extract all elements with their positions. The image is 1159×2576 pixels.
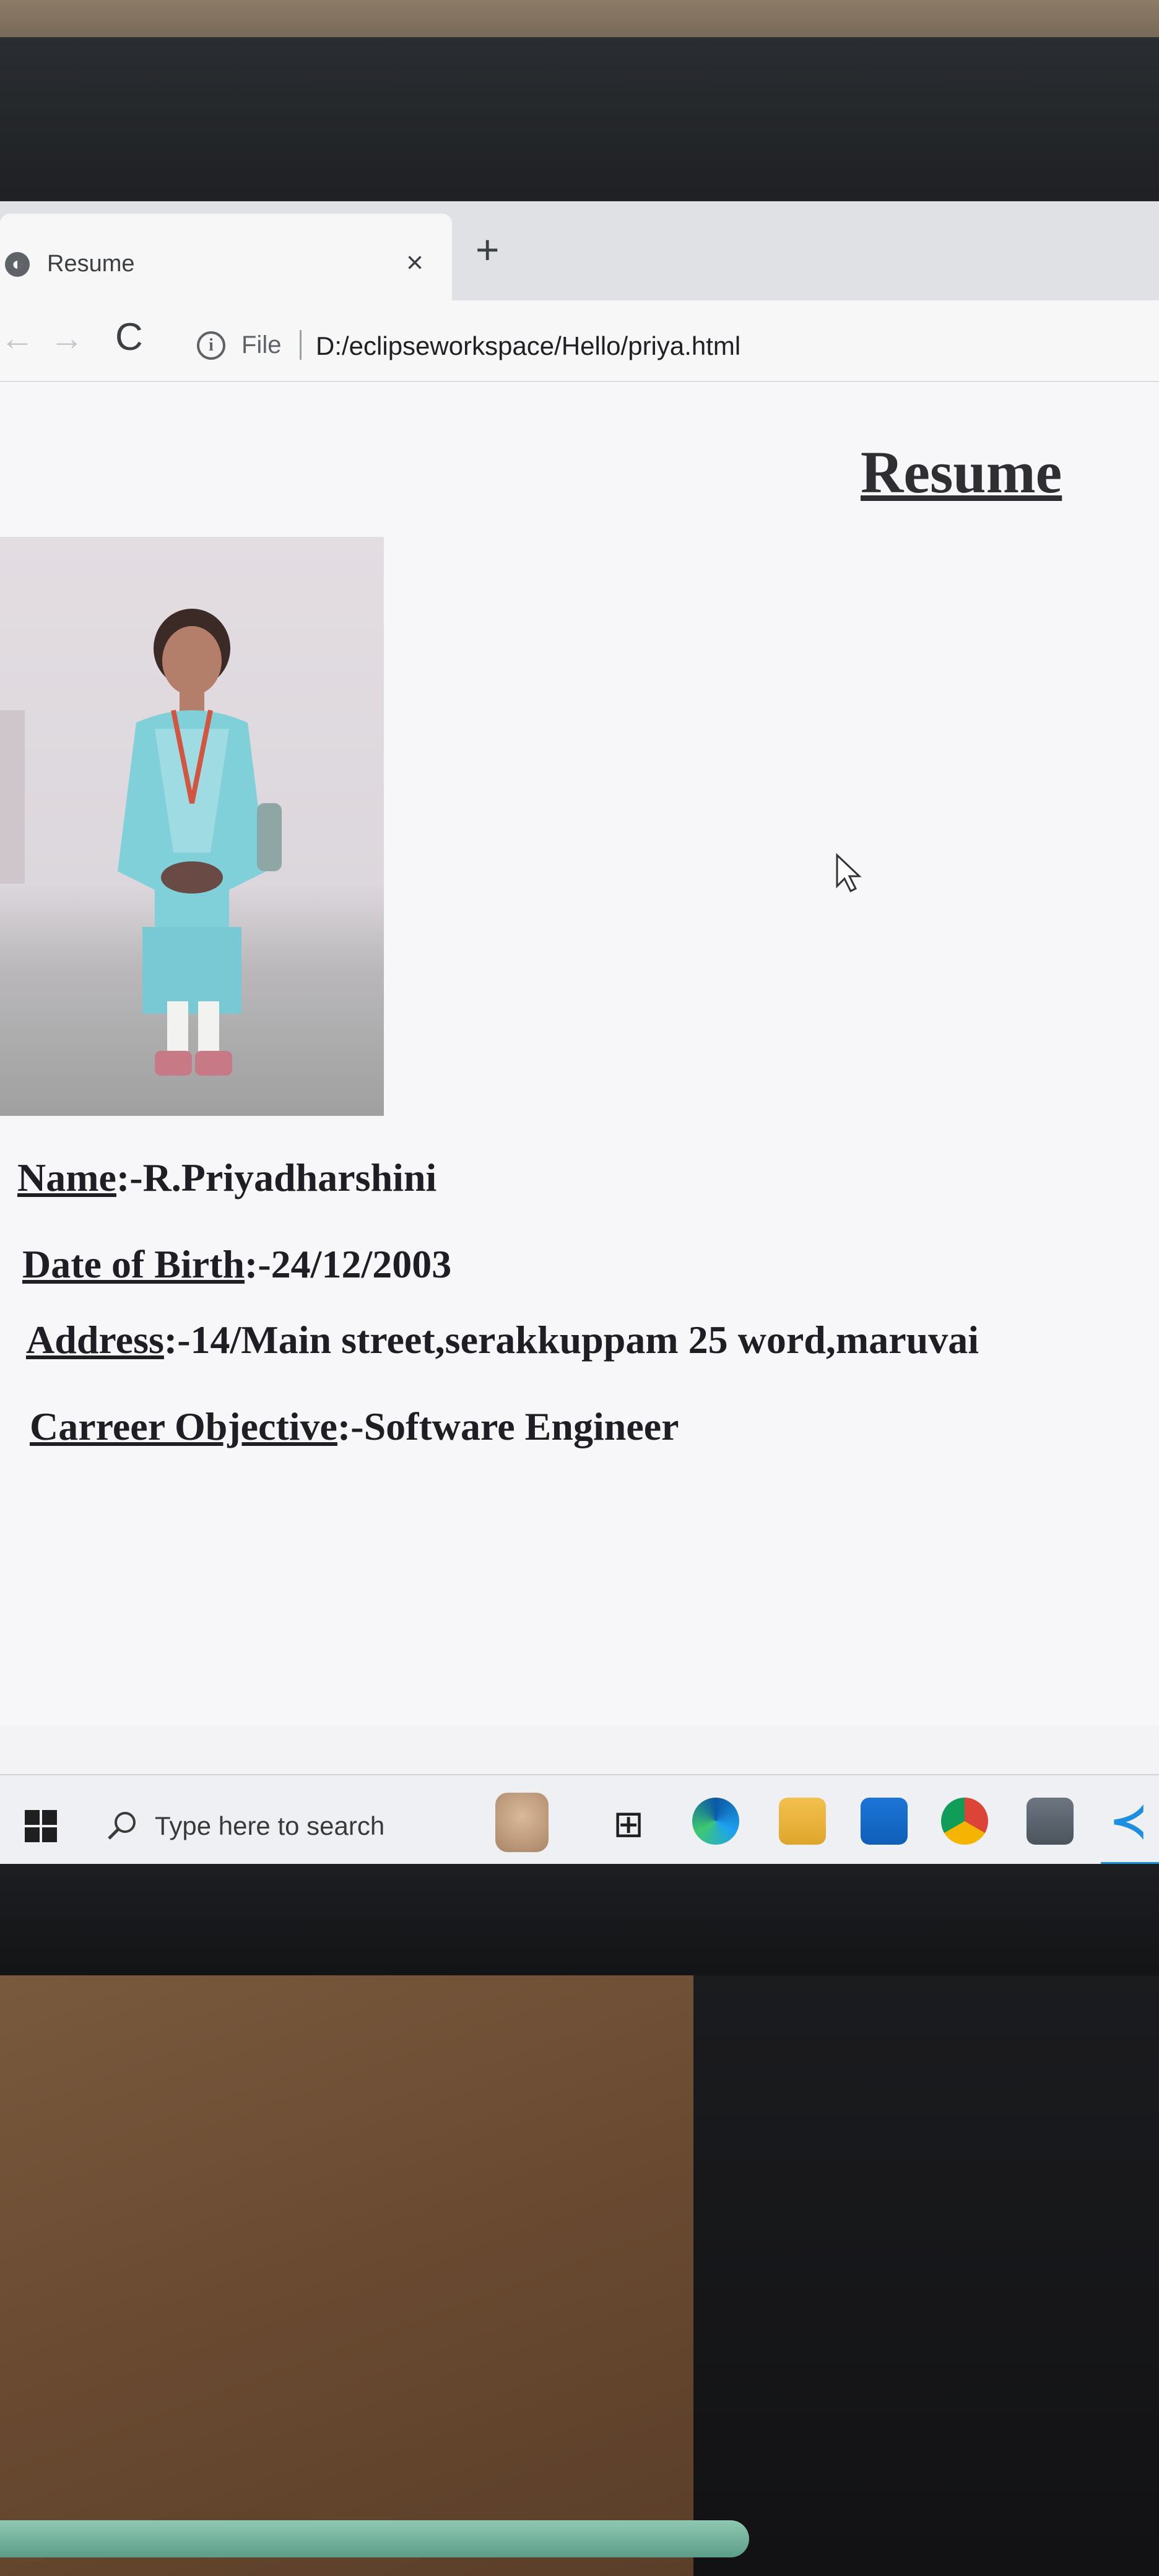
page-title: Resume — [861, 439, 1062, 505]
edge-icon[interactable] — [692, 1798, 739, 1845]
mail-icon[interactable] — [861, 1798, 908, 1845]
address-bar-url[interactable]: D:/eclipseworkspace/Hello/priya.html — [316, 331, 740, 361]
field-value: :-Software Engineer — [337, 1404, 679, 1448]
field-label: Name — [17, 1155, 116, 1199]
field-value: :-14/Main street,serakkuppam 25 word,mar… — [163, 1318, 979, 1362]
file-explorer-icon[interactable] — [779, 1798, 826, 1845]
globe-icon: ◐ — [5, 252, 30, 277]
windows-start-icon[interactable] — [25, 1810, 57, 1842]
desk-shadow — [693, 1951, 1159, 2576]
field-label: Date of Birth — [22, 1242, 245, 1286]
resume-field-career-objective: Carreer Objective:-Software Engineer — [30, 1404, 679, 1450]
monitor-bezel-top — [0, 37, 1159, 223]
browser-tab[interactable]: ◐ Resume × — [0, 214, 452, 300]
page-content: Resume Name:-R.Priyadharshini Date of Bi… — [0, 382, 1159, 1726]
person-figure — [118, 609, 282, 1076]
new-tab-button[interactable]: + — [475, 226, 500, 273]
reload-button[interactable]: C — [115, 315, 143, 359]
browser-tabstrip: ◐ Resume × + — [0, 201, 1159, 300]
address-divider — [300, 330, 302, 360]
search-icon[interactable] — [104, 1808, 141, 1845]
task-view-icon[interactable]: ⊞ — [613, 1803, 644, 1846]
back-button[interactable]: ← — [0, 318, 35, 358]
forward-button[interactable]: → — [50, 318, 84, 358]
tab-close-button[interactable]: × — [406, 246, 423, 280]
chrome-icon[interactable] — [941, 1798, 988, 1845]
site-info-icon[interactable]: i — [197, 331, 225, 360]
resume-field-address: Address:-14/Main street,serakkuppam 25 w… — [26, 1317, 979, 1363]
field-value: :-24/12/2003 — [245, 1242, 452, 1286]
calculator-icon[interactable] — [1027, 1798, 1074, 1845]
monitor-bezel-bottom — [0, 1864, 1159, 1975]
address-scheme-label: File — [241, 331, 282, 359]
search-highlight-avatar-icon[interactable] — [495, 1793, 549, 1852]
mouse-cursor-icon — [836, 853, 862, 893]
taskbar-search-input[interactable]: Type here to search — [155, 1811, 384, 1841]
monitor-screen: ◐ Resume × + ← → C i File D:/eclipsework… — [0, 201, 1159, 1867]
profile-photo — [0, 537, 384, 1116]
vscode-icon[interactable]: ≺ — [1105, 1798, 1152, 1845]
resume-field-date-of-birth: Date of Birth:-24/12/2003 — [22, 1242, 451, 1287]
tab-title: Resume — [47, 251, 135, 277]
resume-field-name: Name:-R.Priyadharshini — [17, 1155, 436, 1201]
pen — [0, 2520, 749, 2557]
photo-background-detail — [0, 710, 25, 884]
browser-toolbar: ← → C i File D:/eclipseworkspace/Hello/p… — [0, 300, 1159, 382]
field-label: Carreer Objective — [30, 1404, 337, 1448]
field-label: Address — [26, 1318, 164, 1362]
field-value: :-R.Priyadharshini — [116, 1155, 437, 1199]
taskbar: Type here to search ⊞ ≺ — [0, 1774, 1159, 1867]
